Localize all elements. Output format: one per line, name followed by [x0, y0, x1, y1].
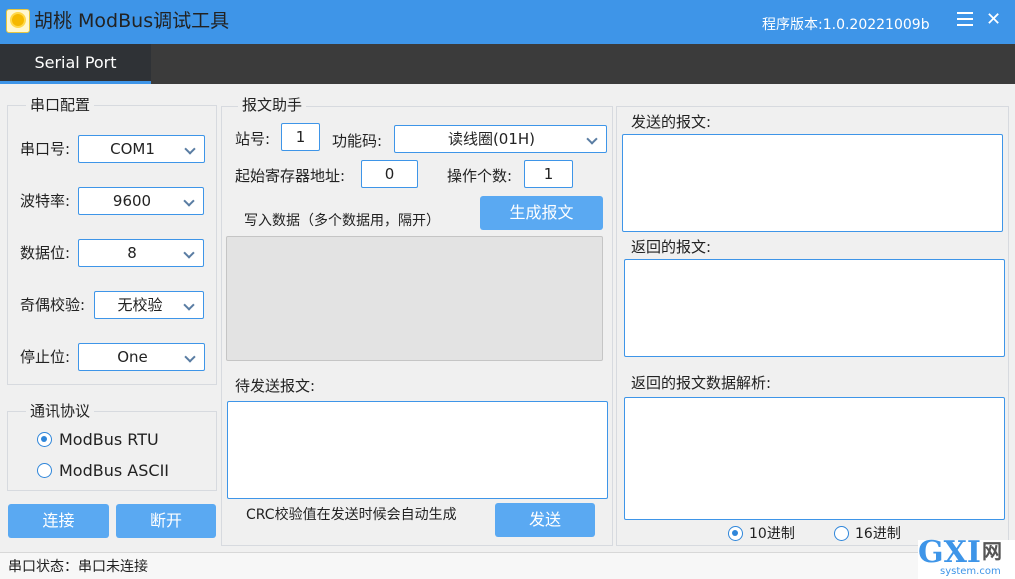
start-addr-label: 起始寄存器地址: — [235, 167, 346, 185]
version-label: 程序版本:1.0.20221009b — [762, 17, 930, 33]
tab-serial-port[interactable]: Serial Port — [0, 44, 151, 84]
function-value: 读线圈(01H) — [447, 130, 536, 148]
write-data-input[interactable] — [226, 236, 603, 361]
stopbits-label: 停止位: — [20, 348, 71, 366]
station-label: 站号: — [235, 130, 271, 148]
parity-label: 奇偶校验: — [20, 296, 86, 314]
radio-ascii[interactable] — [37, 463, 52, 478]
app-logo-icon — [6, 9, 30, 33]
stopbits-value: One — [117, 348, 148, 366]
protocol-title: 通讯协议 — [26, 402, 95, 420]
parsed-label: 返回的报文数据解析: — [631, 374, 772, 392]
chevron-down-icon — [184, 143, 196, 155]
status-bar — [0, 552, 1015, 579]
menu-icon[interactable] — [957, 12, 973, 28]
tab-bar — [0, 44, 1015, 84]
sent-label: 发送的报文: — [631, 113, 712, 131]
databits-label: 数据位: — [20, 244, 71, 262]
count-label: 操作个数: — [447, 167, 513, 185]
databits-value: 8 — [127, 244, 137, 262]
radio-hex-label[interactable]: 16进制 — [855, 524, 901, 544]
function-select[interactable]: 读线圈(01H) — [394, 125, 607, 153]
chevron-down-icon — [586, 133, 598, 145]
function-label: 功能码: — [332, 132, 383, 150]
port-label: 串口号: — [20, 140, 71, 158]
helper-title: 报文助手 — [238, 96, 307, 114]
databits-select[interactable]: 8 — [78, 239, 204, 267]
baud-select[interactable]: 9600 — [78, 187, 204, 215]
sent-message-box[interactable] — [622, 134, 1003, 232]
returned-message-box[interactable] — [624, 259, 1005, 357]
disconnect-button[interactable]: 断开 — [116, 504, 216, 538]
radio-decimal[interactable] — [728, 526, 743, 541]
pending-message-input[interactable] — [227, 401, 608, 499]
port-value: COM1 — [110, 140, 155, 158]
baud-value: 9600 — [112, 192, 152, 210]
generate-button[interactable]: 生成报文 — [480, 196, 603, 230]
parity-select[interactable]: 无校验 — [94, 291, 204, 319]
parity-value: 无校验 — [117, 296, 163, 314]
chevron-down-icon — [183, 299, 195, 311]
serial-config-title: 串口配置 — [26, 96, 95, 114]
radio-hex[interactable] — [834, 526, 849, 541]
send-button[interactable]: 发送 — [495, 503, 595, 537]
app-title: 胡桃 ModBus调试工具 — [34, 10, 230, 32]
connect-button[interactable]: 连接 — [8, 504, 109, 538]
watermark-logo: GXI — [918, 535, 981, 570]
watermark-net: 网 — [982, 539, 1002, 563]
radio-rtu[interactable] — [37, 432, 52, 447]
pending-label: 待发送报文: — [235, 377, 316, 395]
radio-ascii-label[interactable]: ModBus ASCII — [59, 461, 169, 481]
radio-decimal-label[interactable]: 10进制 — [749, 524, 795, 544]
chevron-down-icon — [183, 247, 195, 259]
count-input[interactable]: 1 — [524, 160, 573, 188]
start-addr-input[interactable]: 0 — [361, 160, 418, 188]
watermark-site: system.com — [940, 566, 1001, 577]
parsed-message-box[interactable] — [624, 397, 1005, 520]
port-select[interactable]: COM1 — [78, 135, 205, 163]
radio-rtu-label[interactable]: ModBus RTU — [59, 430, 159, 450]
chevron-down-icon — [183, 195, 195, 207]
close-icon[interactable]: ✕ — [986, 9, 1001, 31]
station-input[interactable]: 1 — [281, 123, 320, 151]
crc-note: CRC校验值在发送时候会自动生成 — [246, 507, 457, 523]
status-text: 串口状态：串口未连接 — [8, 559, 148, 575]
baud-label: 波特率: — [20, 192, 71, 210]
stopbits-select[interactable]: One — [78, 343, 205, 371]
returned-label: 返回的报文: — [631, 238, 712, 256]
write-data-label: 写入数据（多个数据用，隔开） — [244, 213, 440, 229]
chevron-down-icon — [184, 351, 196, 363]
